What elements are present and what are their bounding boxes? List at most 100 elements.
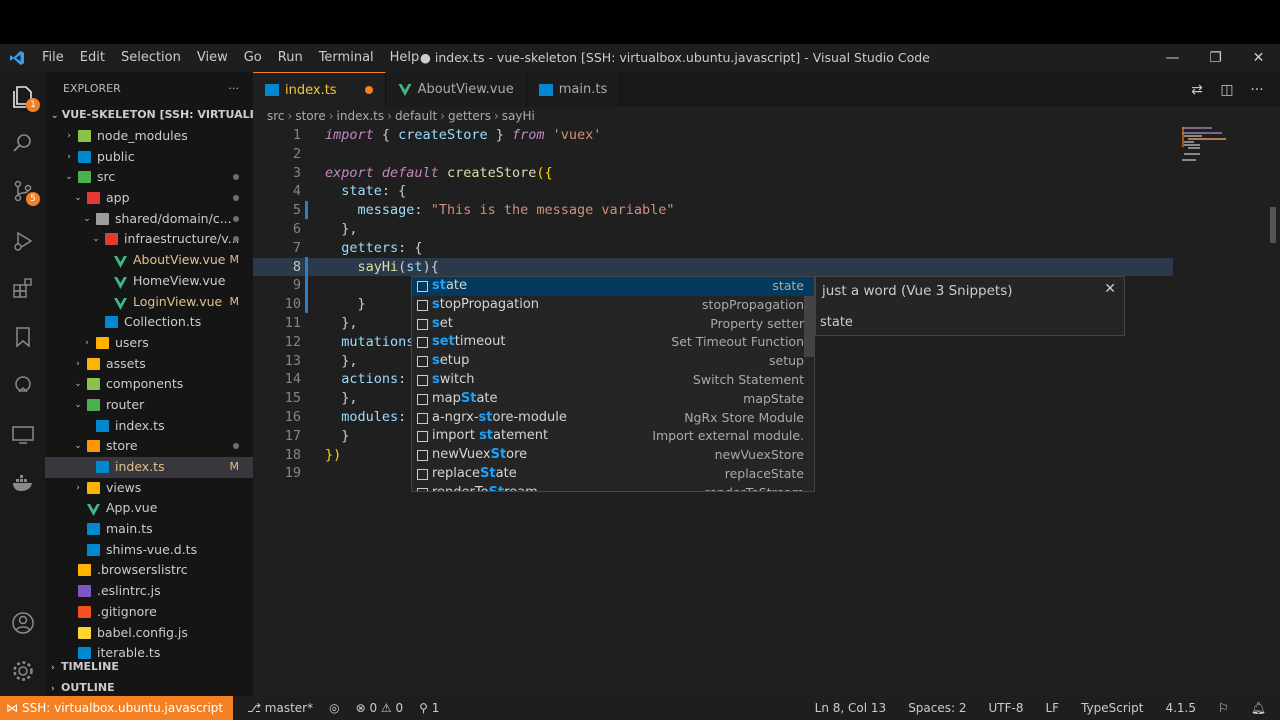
- accounts-icon[interactable]: [10, 610, 36, 636]
- cursor-position[interactable]: Ln 8, Col 13: [815, 701, 887, 715]
- menu-terminal[interactable]: Terminal: [311, 44, 382, 72]
- file-item[interactable]: main.ts: [45, 519, 253, 540]
- menu-selection[interactable]: Selection: [113, 44, 189, 72]
- breadcrumb-item[interactable]: sayHi: [502, 109, 535, 123]
- folder-item[interactable]: ⌄ app: [45, 188, 253, 209]
- code-line[interactable]: 5 message: "This is the message variable…: [253, 201, 1173, 220]
- file-item[interactable]: LoginView.vue M: [45, 292, 253, 313]
- file-item[interactable]: shims-vue.d.ts: [45, 540, 253, 561]
- menu-view[interactable]: View: [189, 44, 236, 72]
- suggestion-item[interactable]: import statement Import external module.: [412, 427, 814, 446]
- remote-explorer-icon[interactable]: [10, 372, 36, 398]
- breadcrumb-item[interactable]: getters: [448, 109, 491, 123]
- code-line[interactable]: 8 sayHi(st){: [253, 257, 1173, 277]
- folder-item[interactable]: › users: [45, 333, 253, 354]
- code-line[interactable]: 4 state: {: [253, 182, 1173, 201]
- source-control-icon[interactable]: 5: [10, 178, 40, 206]
- folder-item[interactable]: ⌄ src: [45, 167, 253, 188]
- folder-item[interactable]: ⌄ shared/domain/c...: [45, 209, 253, 230]
- file-item[interactable]: Collection.ts: [45, 312, 253, 333]
- docker-icon[interactable]: [10, 470, 36, 496]
- menu-go[interactable]: Go: [236, 44, 270, 72]
- folder-item[interactable]: › node_modules: [45, 126, 253, 147]
- suggestion-item[interactable]: replaceState replaceState: [412, 465, 814, 484]
- folder-item[interactable]: ⌄ infraestructure/v...: [45, 229, 253, 250]
- folder-item[interactable]: ⌄ store: [45, 436, 253, 457]
- minimize-button[interactable]: —: [1151, 44, 1194, 72]
- more-actions-icon[interactable]: ···: [1248, 82, 1266, 98]
- code-line[interactable]: 1 import { createStore } from 'vuex': [253, 126, 1173, 145]
- code-line[interactable]: 3 export default createStore({: [253, 164, 1173, 183]
- file-item[interactable]: .eslintrc.js: [45, 581, 253, 602]
- tab-index-ts[interactable]: index.ts: [253, 72, 386, 107]
- remote-window-icon[interactable]: [10, 422, 36, 448]
- breadcrumb-item[interactable]: index.ts: [337, 109, 385, 123]
- folder-icon: [87, 440, 100, 453]
- file-item[interactable]: App.vue: [45, 498, 253, 519]
- settings-gear-icon[interactable]: [10, 658, 36, 684]
- notifications-icon[interactable]: 🔔︎: [1251, 701, 1266, 715]
- code-line[interactable]: 6 },: [253, 220, 1173, 239]
- split-editor-icon[interactable]: ◫: [1218, 82, 1236, 98]
- encoding[interactable]: UTF-8: [989, 701, 1024, 715]
- suggestion-item[interactable]: stopPropagation stopPropagation: [412, 296, 814, 315]
- file-item[interactable]: HomeView.vue: [45, 271, 253, 292]
- run-debug-icon[interactable]: [10, 228, 36, 254]
- file-item[interactable]: AboutView.vue M: [45, 250, 253, 271]
- sync-icon[interactable]: ◎: [329, 701, 339, 715]
- suggestion-item[interactable]: state state: [412, 277, 814, 296]
- timeline-section[interactable]: › TIMELINE: [45, 656, 253, 677]
- outline-section[interactable]: › OUTLINE: [45, 677, 253, 696]
- more-actions-button[interactable]: ···: [229, 82, 240, 95]
- suggestion-item[interactable]: renderToStream renderToStream: [412, 484, 814, 491]
- code-line[interactable]: 2: [253, 145, 1173, 164]
- folder-item[interactable]: › views: [45, 478, 253, 499]
- suggestion-item[interactable]: switch Switch Statement: [412, 371, 814, 390]
- suggestion-item[interactable]: set Property setter: [412, 315, 814, 334]
- ports-status[interactable]: ⚲ 1: [419, 701, 439, 715]
- unsaved-dot-icon[interactable]: [364, 86, 373, 94]
- menu-file[interactable]: File: [34, 44, 72, 72]
- open-changes-icon[interactable]: ⇄: [1188, 82, 1206, 98]
- tab-aboutview-vue[interactable]: AboutView.vue: [385, 72, 527, 107]
- suggestion-item[interactable]: newVuexStore newVuexStore: [412, 446, 814, 465]
- bookmarks-icon[interactable]: [10, 324, 36, 350]
- ts-version[interactable]: 4.1.5: [1165, 701, 1196, 715]
- file-item[interactable]: index.ts M: [45, 457, 253, 478]
- breadcrumb-item[interactable]: default: [395, 109, 437, 123]
- end-of-line[interactable]: LF: [1045, 701, 1059, 715]
- search-icon[interactable]: [10, 130, 36, 156]
- tab-main-ts[interactable]: main.ts: [526, 72, 621, 107]
- breadcrumb-item[interactable]: store: [295, 109, 325, 123]
- suggestion-item[interactable]: mapState mapState: [412, 390, 814, 409]
- file-item[interactable]: babel.config.js: [45, 623, 253, 644]
- folder-item[interactable]: › assets: [45, 354, 253, 375]
- language-mode[interactable]: TypeScript: [1081, 701, 1143, 715]
- suggestion-item[interactable]: settimeout Set Timeout Function: [412, 333, 814, 352]
- folder-item[interactable]: ⌄ components: [45, 374, 253, 395]
- menu-edit[interactable]: Edit: [72, 44, 113, 72]
- restore-button[interactable]: ❐: [1194, 44, 1237, 72]
- branch-status[interactable]: ⎇ master*: [247, 701, 313, 715]
- workspace-root[interactable]: ⌄ VUE-SKELETON [SSH: VIRTUALBOX.UBUNTU.J…: [45, 104, 253, 126]
- editor-scrollbar[interactable]: [1270, 207, 1276, 243]
- file-item[interactable]: .gitignore: [45, 602, 253, 623]
- feedback-icon[interactable]: ⚐: [1218, 701, 1229, 715]
- indentation[interactable]: Spaces: 2: [908, 701, 966, 715]
- breadcrumb-item[interactable]: src: [267, 109, 285, 123]
- folder-item[interactable]: ⌄ router: [45, 395, 253, 416]
- suggestion-item[interactable]: a-ngrx-store-module NgRx Store Module: [412, 409, 814, 428]
- minimap[interactable]: [1170, 125, 1280, 696]
- menu-run[interactable]: Run: [270, 44, 311, 72]
- folder-item[interactable]: › public: [45, 147, 253, 168]
- file-item[interactable]: index.ts: [45, 416, 253, 437]
- explorer-icon[interactable]: 1: [10, 84, 40, 112]
- file-item[interactable]: .browserslistrc: [45, 560, 253, 581]
- problems-status[interactable]: ⊗ 0 ⚠ 0: [356, 701, 404, 715]
- close-window-button[interactable]: ✕: [1237, 44, 1280, 72]
- code-line[interactable]: 7 getters: {: [253, 239, 1173, 258]
- suggestion-item[interactable]: setup setup: [412, 352, 814, 371]
- extensions-icon[interactable]: [10, 276, 36, 302]
- remote-indicator[interactable]: ⋈ SSH: virtualbox.ubuntu.javascript: [0, 696, 234, 720]
- close-details-button[interactable]: ✕: [1104, 281, 1116, 297]
